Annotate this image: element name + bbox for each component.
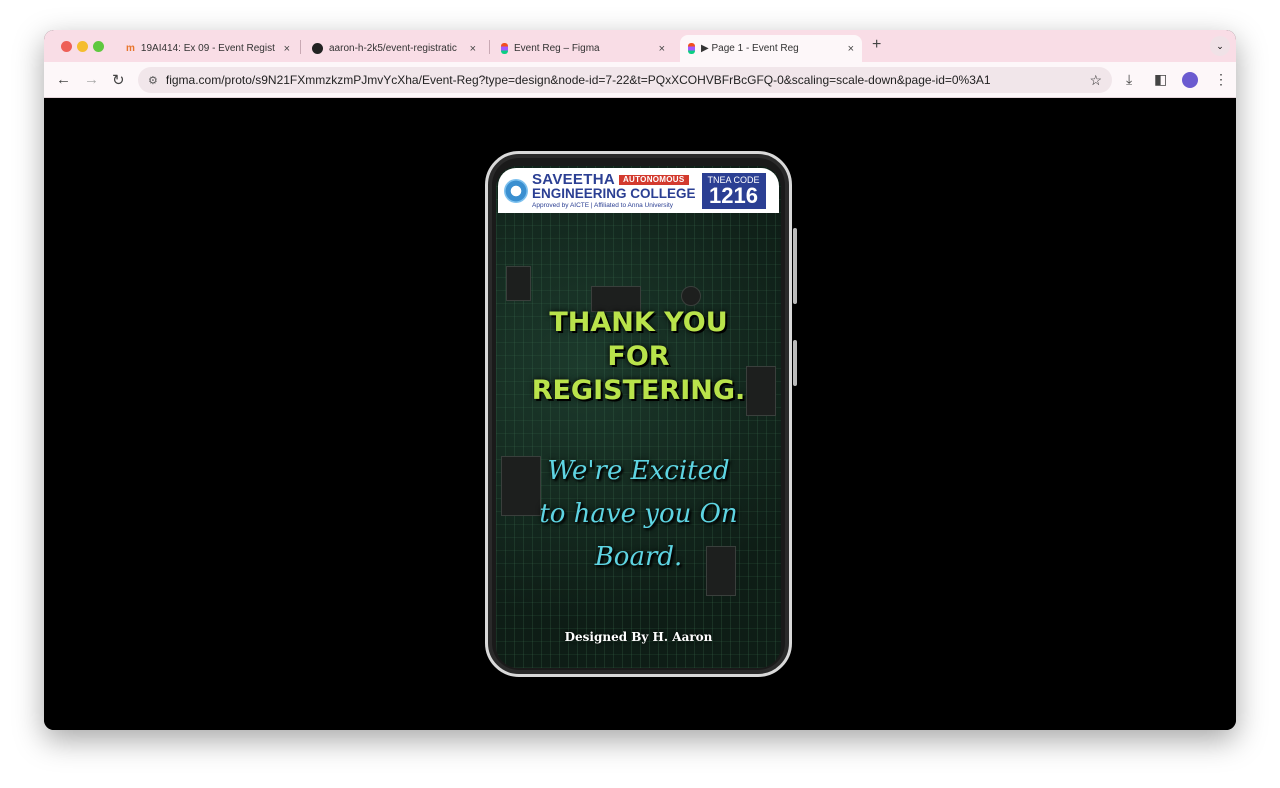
phone-frame: SAVEETHA AUTONOMOUS ENGINEERING COLLEGE A…	[485, 151, 797, 677]
reload-button[interactable]: ↻	[112, 71, 125, 89]
download-icon[interactable]: ⤓	[1126, 71, 1132, 88]
tnea-code-badge: TNEA CODE 1216	[701, 172, 766, 209]
tab-github[interactable]: aaron-h-2k5/event-registratic ×	[304, 35, 484, 62]
forward-button[interactable]: →	[84, 71, 99, 88]
profile-avatar[interactable]	[1182, 72, 1198, 88]
tab-bar: m 19AI414: Ex 09 - Event Regist × aaron-…	[44, 30, 1236, 62]
college-logo-icon	[504, 178, 528, 203]
menu-icon[interactable]: ⋮	[1214, 71, 1228, 88]
bookmark-star-icon[interactable]: ☆	[1089, 72, 1102, 89]
excited-message: We're Excited to have you On Board.	[539, 456, 738, 572]
back-button[interactable]: ←	[56, 71, 71, 88]
tab-page1-event-reg[interactable]: ▶ Page 1 - Event Reg ×	[680, 35, 862, 62]
site-settings-icon[interactable]: ⚙	[148, 74, 158, 87]
tab-moodle[interactable]: m 19AI414: Ex 09 - Event Regist ×	[118, 35, 298, 62]
side-panel-icon[interactable]: ◧	[1154, 71, 1167, 88]
tab-figma[interactable]: Event Reg – Figma ×	[493, 35, 673, 62]
close-tab-icon[interactable]: ×	[470, 43, 476, 55]
maximize-window-button[interactable]	[93, 41, 104, 52]
close-tab-icon[interactable]: ×	[659, 43, 665, 55]
url-text: figma.com/proto/s9N21FXmmzkzmPJmvYcXha/E…	[165, 73, 991, 87]
thank-you-heading: THANK YOU FOR REGISTERING.	[531, 307, 746, 406]
github-icon	[312, 43, 323, 54]
browser-window: m 19AI414: Ex 09 - Event Regist × aaron-…	[44, 30, 1236, 730]
phone-screen: SAVEETHA AUTONOMOUS ENGINEERING COLLEGE A…	[496, 166, 781, 668]
address-bar[interactable]: ⚙ figma.com/proto/s9N21FXmmzkzmPJmvYcXha…	[138, 67, 1112, 93]
moodle-icon: m	[126, 43, 135, 54]
close-tab-icon[interactable]: ×	[848, 43, 854, 55]
college-header: SAVEETHA AUTONOMOUS ENGINEERING COLLEGE A…	[498, 168, 779, 213]
minimize-window-button[interactable]	[77, 41, 88, 52]
close-tab-icon[interactable]: ×	[284, 43, 290, 55]
figma-icon	[501, 43, 508, 54]
tab-search-chevron-icon[interactable]: ⌄	[1210, 36, 1230, 56]
figma-prototype-viewport: SAVEETHA AUTONOMOUS ENGINEERING COLLEGE A…	[44, 98, 1236, 730]
figma-icon	[688, 43, 695, 54]
toolbar: ← → ↻ ⚙ figma.com/proto/s9N21FXmmzkzmPJm…	[44, 62, 1236, 98]
designer-credit: Designed By H. Aaron	[564, 630, 713, 644]
close-window-button[interactable]	[61, 41, 72, 52]
new-tab-button[interactable]: +	[872, 36, 881, 54]
